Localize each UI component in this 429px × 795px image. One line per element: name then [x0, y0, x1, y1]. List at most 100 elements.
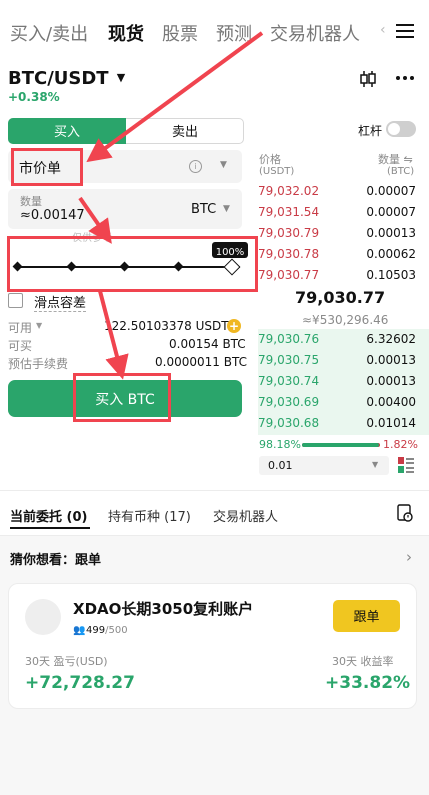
buy-ratio: 98.18%	[259, 438, 301, 451]
menu-icon[interactable]	[396, 24, 414, 38]
annotation-box-order-type	[11, 148, 83, 186]
slippage-label[interactable]: 滑点容差	[34, 292, 87, 312]
tab-buy-sell[interactable]: 买入/卖出	[10, 20, 88, 46]
bid-qty: 0.00013	[366, 374, 416, 388]
price-header: 价格	[259, 153, 281, 166]
bid-price: 79,030.75	[258, 353, 320, 367]
last-price-fiat: ≈¥530,296.46	[302, 313, 389, 327]
bid-price: 79,030.69	[258, 395, 320, 409]
pnl-label: 30天 盈亏(USD)	[25, 655, 108, 668]
tab-trading-bot[interactable]: 交易机器人	[270, 20, 360, 46]
roi-label: 30天 收益率	[332, 655, 394, 668]
slippage-checkbox[interactable]	[8, 293, 23, 308]
ask-qty: 0.00013	[366, 226, 416, 240]
followers-value: 499	[86, 625, 106, 636]
precision-value: 0.01	[268, 459, 293, 472]
quantity-value: ≈0.00147	[20, 208, 85, 223]
ask-qty: 0.00062	[366, 247, 416, 261]
buy-tab-label: 买入	[53, 125, 80, 140]
fee-label: 预估手续费	[8, 357, 69, 371]
add-funds-icon[interactable]: +	[227, 319, 241, 333]
available-label[interactable]: 可用	[8, 319, 32, 336]
precision-select[interactable]: 0.01 ▼	[259, 456, 389, 475]
qty-unit: (BTC)	[387, 166, 415, 177]
bid-price: 79,030.68	[258, 416, 320, 430]
quantity-field[interactable]: 数量 ≈0.00147 BTC ▼	[8, 189, 242, 229]
ask-price: 79,030.77	[258, 268, 320, 282]
fee-value: 0.0000011 BTC	[155, 355, 247, 369]
divider	[0, 490, 429, 491]
ask-row[interactable]: 79,031.54 0.00007	[258, 202, 429, 223]
buyable-label: 可买	[8, 339, 33, 353]
candlestick-chart-icon[interactable]	[360, 70, 376, 88]
tab-predict[interactable]: 预测	[216, 20, 252, 46]
card-name: XDAO长期3050复利账户	[73, 600, 254, 618]
tab-bots[interactable]: 交易机器人	[213, 506, 278, 525]
bid-qty: 0.01014	[366, 416, 416, 430]
bid-price: 79,030.74	[258, 374, 320, 388]
tab-stocks[interactable]: 股票	[162, 20, 198, 46]
bid-row[interactable]: 79,030.68 0.01014	[258, 413, 429, 434]
sell-tab[interactable]: 卖出	[127, 119, 243, 143]
ask-price: 79,032.02	[258, 184, 320, 198]
ask-row[interactable]: 79,030.78 0.00062	[258, 244, 429, 265]
ask-price: 79,031.54	[258, 205, 320, 219]
followers-icon: 👥	[73, 625, 86, 636]
sell-tab-label: 卖出	[171, 125, 198, 140]
tab-overflow-indicator: ‹	[380, 22, 386, 38]
price-unit: (USDT)	[259, 166, 295, 177]
ask-qty: 0.10503	[366, 268, 416, 282]
bid-qty: 6.32602	[366, 332, 416, 346]
copy-trade-card[interactable]: XDAO长期3050复利账户 👥 499/500 跟单 30天 盈亏(USD) …	[8, 583, 417, 709]
follow-button[interactable]: 跟单	[333, 600, 400, 632]
bid-row[interactable]: 79,030.76 6.32602	[258, 329, 429, 350]
followers-count: 499/500	[86, 625, 128, 636]
ask-row[interactable]: 79,032.02 0.00007	[258, 181, 429, 202]
avatar	[25, 599, 61, 635]
pair-change: +0.38%	[8, 90, 60, 104]
bid-row[interactable]: 79,030.69 0.00400	[258, 392, 429, 413]
available-value: 122.50103378 USDT	[104, 319, 229, 333]
more-icon[interactable]	[396, 76, 416, 82]
chevron-down-icon: ▼	[223, 204, 230, 214]
chevron-down-icon: ▼	[116, 71, 126, 84]
chevron-down-icon: ▼	[36, 321, 43, 330]
tab-holdings[interactable]: 持有币种 (17)	[108, 506, 191, 525]
ask-row[interactable]: 79,030.77 0.10503	[258, 265, 429, 286]
leverage-label: 杠杆	[358, 124, 383, 138]
pair-selector[interactable]: BTC/USDT ▼	[8, 68, 125, 92]
quantity-unit[interactable]: BTC	[191, 202, 216, 217]
bid-price: 79,030.76	[258, 332, 320, 346]
buyable-value: 0.00154 BTC	[169, 337, 246, 351]
info-icon[interactable]: i	[189, 160, 202, 173]
ask-row[interactable]: 79,030.79 0.00013	[258, 223, 429, 244]
quantity-label: 数量	[20, 195, 42, 208]
tab-active-underline	[10, 527, 90, 529]
ask-qty: 0.00007	[366, 205, 416, 219]
annotation-box-slider	[7, 236, 258, 292]
tab-open-orders[interactable]: 当前委托 (0)	[10, 506, 87, 525]
qty-header[interactable]: 数量 ⇋	[378, 151, 413, 167]
ask-price: 79,030.78	[258, 247, 320, 261]
buy-sell-toggle: 买入 卖出	[8, 118, 244, 144]
follow-button-label: 跟单	[353, 610, 380, 625]
pair-symbol: BTC/USDT	[8, 68, 109, 89]
chevron-right-icon[interactable]: ›	[406, 548, 412, 566]
pnl-value: +72,728.27	[25, 673, 135, 693]
bid-row[interactable]: 79,030.75 0.00013	[258, 350, 429, 371]
book-layout-icon[interactable]	[398, 457, 414, 473]
roi-value: +33.82%	[325, 673, 411, 693]
leverage-toggle[interactable]	[386, 121, 416, 137]
bid-row[interactable]: 79,030.74 0.00013	[258, 371, 429, 392]
suggestion-title[interactable]: 猜你想看：跟单	[10, 549, 101, 568]
bid-qty: 0.00400	[366, 395, 416, 409]
history-icon[interactable]	[397, 504, 413, 522]
top-nav: 买入/卖出 现货 股票 预测 交易机器人 ‹	[0, 0, 429, 62]
ratio-bar-buy-fill	[302, 443, 379, 447]
sell-ratio: 1.82%	[383, 438, 418, 451]
chevron-down-icon: ▼	[220, 160, 227, 170]
buy-tab[interactable]: 买入	[8, 118, 126, 144]
ask-qty: 0.00007	[366, 184, 416, 198]
tab-spot[interactable]: 现货	[108, 20, 144, 46]
followers-max: /500	[105, 625, 128, 636]
